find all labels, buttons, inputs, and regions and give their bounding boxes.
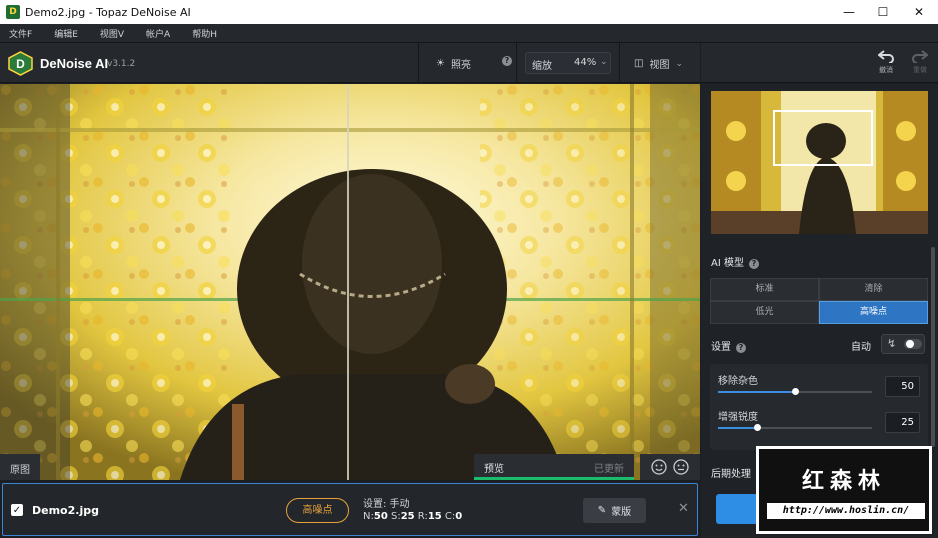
history-bar: 撤消 重做 — [701, 43, 938, 83]
settings-values: N:50 S:25 R:15 C:0 — [363, 511, 462, 522]
watermark: 红森林 http://www.hoslin.cn/ — [756, 446, 932, 534]
zoom-value: 44% — [574, 57, 597, 68]
panel-scrollbar[interactable] — [931, 247, 935, 447]
c-label: C: — [444, 511, 456, 522]
s-label: S: — [390, 511, 401, 522]
app-version: v3.1.2 — [107, 59, 136, 69]
sharpen-handle[interactable] — [753, 424, 761, 431]
chevron-down-icon: ⌄ — [600, 57, 608, 67]
brightness-button[interactable]: ☀ 照亮 — [436, 56, 471, 71]
view-label: 视图 — [649, 60, 670, 71]
n-label: N: — [363, 511, 374, 522]
undo-label: 撤消 — [879, 66, 893, 74]
preview-bar: 预览 已更新 — [474, 454, 634, 480]
undo-button[interactable]: 撤消 — [873, 49, 899, 75]
app-icon: D — [6, 5, 20, 19]
brush-icon: ✎ — [597, 505, 607, 516]
remove-noise-fill — [718, 391, 795, 393]
view-button[interactable]: ◫ 视图 ⌄ — [634, 56, 683, 71]
file-name: Demo2.jpg — [32, 504, 99, 517]
watermark-text: 红森林 — [801, 469, 886, 494]
brightness-help-icon[interactable]: ? — [497, 56, 512, 66]
image-list: ✓ Demo2.jpg 高噪点 设置: 手动 N:50 S:25 R:15 C:… — [0, 481, 700, 538]
minimize-icon[interactable]: — — [832, 0, 866, 24]
remove-noise-handle[interactable] — [792, 388, 799, 395]
s-value: 25 — [400, 511, 415, 522]
navigator-thumbnail[interactable] — [711, 91, 928, 234]
app-brand: DeNoise AI — [40, 56, 109, 71]
menu-account[interactable]: 帐户A — [146, 27, 170, 40]
auto-label: 自动 — [851, 342, 871, 353]
redo-label: 重做 — [913, 66, 927, 74]
redo-button[interactable]: 重做 — [907, 49, 933, 75]
image-viewer[interactable]: 原图 预览 已更新 — [0, 84, 700, 480]
settings-mode: 设置: 手动 — [363, 499, 410, 510]
model-standard[interactable]: 标准 — [710, 278, 819, 301]
settings-title: 设置? — [711, 338, 746, 353]
window-titlebar: D Demo2.jpg - Topaz DeNoise AI — ☐ ✕ — [0, 0, 938, 24]
remove-noise-value[interactable]: 50 — [885, 376, 920, 397]
sharpen-value[interactable]: 25 — [885, 412, 920, 433]
post-processing-label: 后期处理 — [711, 469, 751, 480]
n-value: 50 — [373, 511, 388, 522]
ai-model-label: AI 模型 — [711, 258, 744, 269]
slider-group: 移除杂色 50 增强锐度 25 — [710, 364, 928, 450]
maximize-icon[interactable]: ☐ — [866, 0, 900, 24]
mask-label: 蒙版 — [611, 507, 632, 518]
view-region-box[interactable] — [773, 110, 873, 166]
zoom-label: 缩放 — [532, 61, 552, 72]
sharpen-slider[interactable] — [718, 424, 872, 431]
menu-file[interactable]: 文件F — [9, 27, 32, 40]
image-checkbox[interactable]: ✓ — [11, 504, 23, 516]
preview-status: 已更新 — [594, 464, 624, 475]
brightness-label: 照亮 — [450, 60, 471, 71]
window-title: Demo2.jpg - Topaz DeNoise AI — [25, 5, 191, 19]
sharpen-label: 增强锐度 — [718, 412, 758, 423]
model-badge: 高噪点 — [286, 498, 349, 523]
model-low-light[interactable]: 低光 — [710, 301, 819, 324]
ai-model-help-icon[interactable]: ? — [748, 259, 759, 269]
redo-icon — [912, 50, 928, 63]
lightning-icon: ↯ — [887, 337, 897, 350]
settings-label: 设置 — [711, 342, 731, 353]
zoom-select[interactable]: 缩放 44% ⌄ — [525, 52, 611, 74]
r-value: 15 — [427, 511, 442, 522]
smile-icon[interactable] — [651, 459, 667, 475]
mask-button[interactable]: ✎ 蒙版 — [583, 498, 646, 523]
remove-noise-label: 移除杂色 — [718, 376, 758, 387]
remove-noise-slider[interactable] — [718, 388, 872, 395]
auto-toggle[interactable]: ↯ — [881, 334, 925, 354]
undo-icon — [878, 50, 894, 63]
menu-view[interactable]: 视图V — [100, 27, 124, 40]
preview-label: 预览 — [484, 464, 504, 475]
menu-edit[interactable]: 编辑E — [54, 27, 78, 40]
sharpen-fill — [718, 427, 757, 429]
toolbar-divider — [619, 43, 620, 83]
chevron-down-icon: ⌄ — [675, 58, 683, 69]
feedback-box — [640, 454, 700, 480]
remove-image-icon[interactable]: ✕ — [678, 501, 689, 516]
svg-text:D: D — [16, 57, 25, 71]
list-item[interactable]: ✓ Demo2.jpg 高噪点 设置: 手动 N:50 S:25 R:15 C:… — [2, 483, 698, 536]
settings-help-icon[interactable]: ? — [736, 343, 746, 353]
split-view-icon: ◫ — [634, 58, 644, 69]
menu-help[interactable]: 帮助H — [192, 27, 217, 40]
toolbar: D DeNoise AI v3.1.2 ☀ 照亮 ? 缩放 44% ⌄ ◫ 视图… — [0, 43, 700, 83]
neutral-face-icon[interactable] — [673, 459, 689, 475]
model-clear[interactable]: 清除 — [819, 278, 928, 301]
r-label: R: — [417, 511, 428, 522]
toolbar-divider — [516, 43, 517, 83]
original-label: 原图 — [0, 454, 40, 480]
menu-bar: 文件F 编辑E 视图V 帐户A 帮助H — [0, 24, 938, 43]
photo-canvas — [0, 84, 700, 480]
ai-model-title: AI 模型? — [711, 254, 759, 269]
model-severe-noise[interactable]: 高噪点 — [819, 301, 928, 324]
denoise-logo-icon: D — [8, 51, 33, 76]
close-icon[interactable]: ✕ — [902, 0, 936, 24]
watermark-url: http://www.hoslin.cn/ — [767, 503, 925, 519]
toolbar-divider — [418, 43, 419, 83]
sun-icon: ☀ — [436, 58, 445, 69]
c-value: 0 — [455, 511, 463, 522]
